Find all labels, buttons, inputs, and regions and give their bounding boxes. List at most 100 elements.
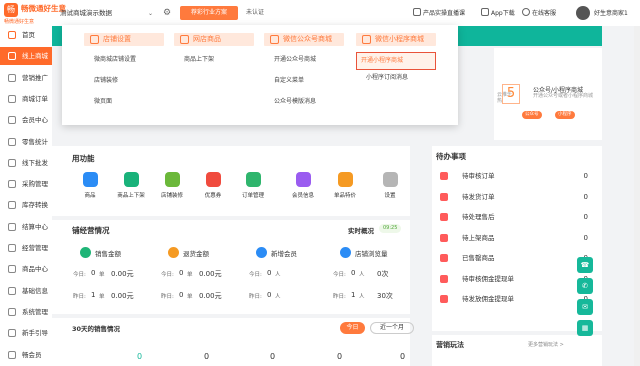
last-month-button[interactable]: 近一个月 [370,322,414,334]
qrcode-icon[interactable]: ▦ [577,320,593,336]
shelf-icon [123,172,139,187]
sidebar-item-13[interactable]: 系统管理 [0,303,52,321]
metric-icon [340,247,351,258]
today-count: 0 [91,269,96,277]
todo-item[interactable]: 已售罄商品0 [436,251,596,265]
user-name[interactable]: 好生意商家1 [594,7,628,20]
sidebar-item-2[interactable]: 营销推广 [0,69,52,87]
paint-icon [164,172,180,187]
home-icon [8,31,16,39]
function-coupon[interactable]: 优惠券 [193,172,233,199]
function-label: 设置 [384,193,396,199]
industry-solution-button[interactable]: 荐彩行业方案 [180,6,238,20]
app-download-link[interactable]: App下载 [481,7,515,20]
promo-tag-mini-program[interactable]: 小程序 [555,111,575,119]
metric-label: 店铺浏览量 [355,250,388,258]
function-shelf[interactable]: 商品上下架 [111,172,151,199]
dropdown-item[interactable]: 商品上下架 [184,55,214,65]
todo-item[interactable]: 待审核佣金提现单0 [436,272,596,286]
certification-status[interactable]: 未认证 [246,6,264,20]
store-name: 测试商城演示数据 [60,9,112,17]
yesterday-amount: 0.00元 [199,292,222,300]
more-marketing-link[interactable]: 更多营销玩法 > [528,341,564,348]
realtime-overview-title: 实时概况 [348,227,374,235]
yesterday-unit: 单 [99,294,105,300]
sidebar-item-5[interactable]: 零售统计 [0,133,52,151]
live-course-link[interactable]: 产品实操直播课 [413,7,465,20]
sidebar-item-label: 畅会员 [22,350,42,359]
member-icon [8,116,16,125]
todo-label: 待上架商品 [462,233,495,242]
yesterday-label: 昨日: [249,294,262,300]
dropdown-item[interactable]: 微商城店铺设置 [94,55,136,65]
store-select[interactable]: 测试商城演示数据 ⌄ [60,7,160,20]
todo-count: 0 [583,233,588,242]
dropdown-item[interactable]: 开通公众号商城 [274,55,316,65]
dropdown-item[interactable]: 公众号模版消息 [274,97,316,107]
todo-item[interactable]: 待发放佣金提现单0 [436,292,596,306]
metric-2: 新增会员 [256,247,336,259]
todo-item[interactable]: 待审核订单 0 [436,169,596,183]
todo-item-icon [440,233,448,242]
realtime-timestamp: 09:25 [379,224,402,233]
today-unit: 人 [275,272,281,278]
sidebar-item-10[interactable]: 经营管理 [0,239,52,257]
group-icon [180,35,189,44]
sales-value: 0 [137,352,143,361]
sidebar-item-9[interactable]: 结算中心 [0,218,52,236]
sidebar-item-0[interactable]: 首页 [0,26,52,44]
sidebar-item-12[interactable]: 基础信息 [0,282,52,300]
service-icon[interactable]: ☎ [577,257,593,273]
sidebar-item-11[interactable]: 商品中心 [0,260,52,278]
today-views: 0次 [377,270,389,278]
scrollbar[interactable] [634,26,640,366]
live-icon [413,8,421,16]
promo-tag-official-account[interactable]: 公众号 [522,111,542,119]
sidebar-item-1[interactable]: 线上商城 [0,47,52,66]
online-service-label: 在线客服 [532,10,557,17]
sidebar-item-3[interactable]: 商城订单 [0,90,52,108]
function-label: 商品 [84,193,96,199]
chat-icon[interactable]: ✉ [577,299,593,315]
todo-item[interactable]: 待上架商品 0 [436,231,596,245]
yesterday-count: 1 [91,291,96,299]
dropdown-item[interactable]: 微页面 [94,97,112,107]
gear-icon[interactable]: ⚙ [163,8,173,18]
online-service-link[interactable]: 在线客服 [522,7,556,20]
yesterday-label: 昨日: [73,294,86,300]
phone-icon[interactable]: ✆ [577,278,593,294]
dropdown-item[interactable]: 自定义菜单 [274,76,304,86]
function-paint[interactable]: 店铺装修 [152,172,192,199]
function-price[interactable]: 单品特价 [325,172,365,199]
sidebar-item-6[interactable]: 线下批发 [0,154,52,172]
sidebar-item-14[interactable]: 新手引导 [0,324,52,342]
megaphone-icon [8,73,16,82]
function-gear[interactable]: 设置 [370,172,410,199]
function-bag[interactable]: 商品 [70,172,110,199]
metric-icon [168,247,179,258]
sidebar-item-15[interactable]: 畅会员NEW [0,346,68,364]
yesterday-label: 昨日: [333,294,346,300]
dropdown-item-open-mini-program[interactable]: 开通小程序商城 [356,52,436,70]
today-amount: 0.00元 [111,270,134,278]
function-order-list[interactable]: 订单管理 [233,172,273,199]
sidebar-item-8[interactable]: 库存转换 [0,196,52,214]
order-list-icon [245,172,261,187]
yesterday-unit: 人 [359,294,365,300]
todo-count: 0 [583,172,588,180]
sidebar-item-4[interactable]: 会员中心 [0,111,52,129]
todo-label: 待发货订单 [462,192,495,201]
today-label: 今日: [73,272,86,278]
today-count: 0 [351,269,356,277]
order-icon [8,94,16,103]
function-crown[interactable]: 会员信息 [283,172,323,199]
logo-mark-icon: 畅 [4,3,18,17]
dropdown-item[interactable]: 小程序订阅消息 [366,73,408,83]
avatar[interactable] [576,6,590,20]
sidebar-item-7[interactable]: 采购管理 [0,175,52,193]
metric-3: 店铺浏览量 [340,247,420,259]
dropdown-item[interactable]: 店铺装修 [94,76,118,86]
today-button[interactable]: 今日 [340,322,365,334]
todo-item[interactable]: 待处理售后 0 [436,210,596,224]
todo-item[interactable]: 待发货订单 0 [436,190,596,204]
